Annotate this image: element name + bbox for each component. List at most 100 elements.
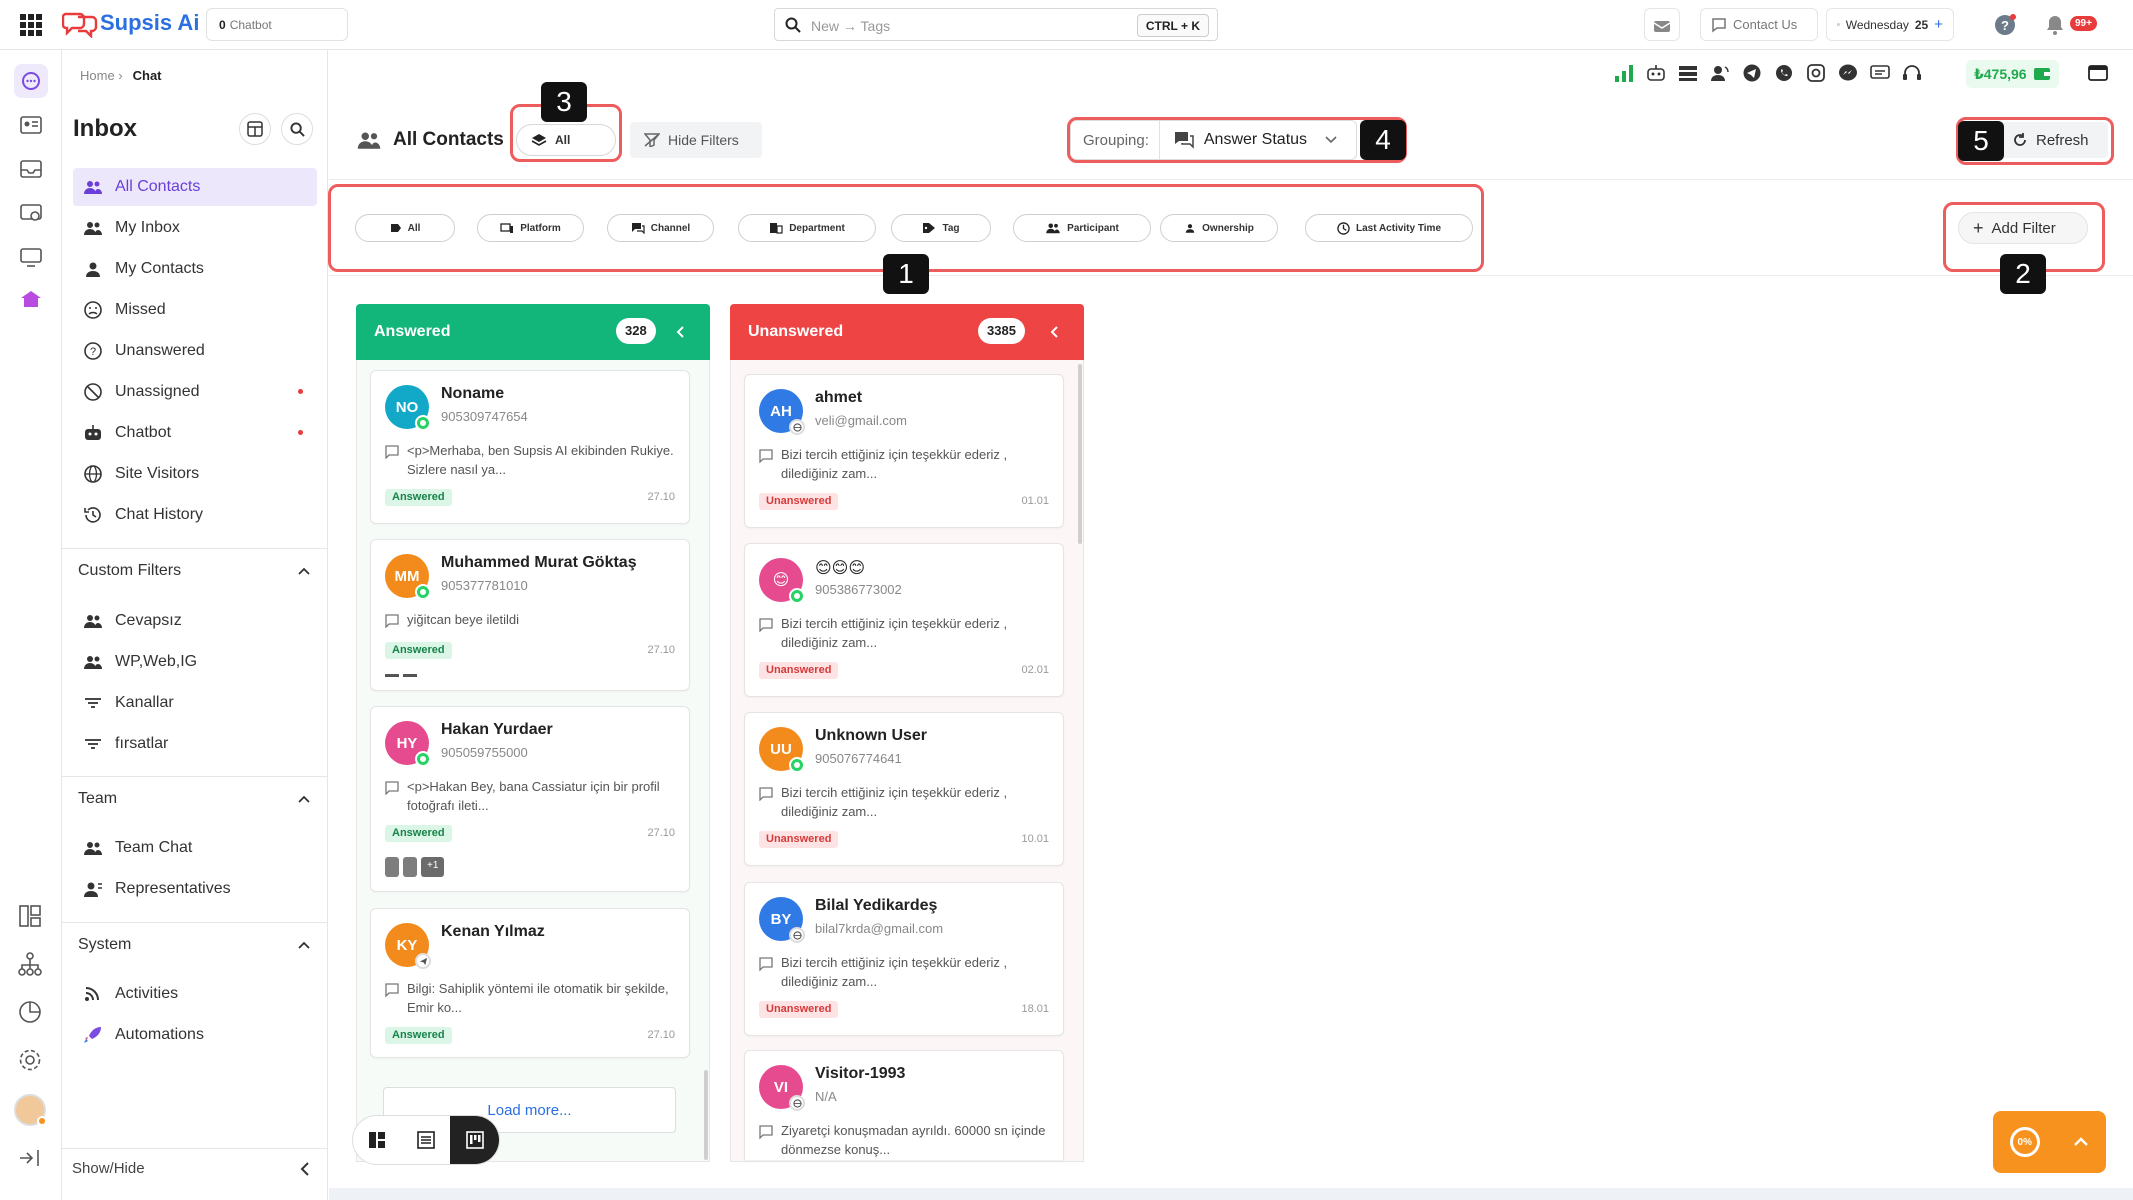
sidebar-item-my-contacts[interactable]: My Contacts: [73, 250, 317, 288]
rail-monitor-icon[interactable]: [20, 248, 42, 268]
contact-card[interactable]: HY Hakan Yurdaer 905059755000 <p>Hakan B…: [370, 706, 690, 892]
custom-filters-header[interactable]: Custom Filters: [62, 548, 328, 592]
filter-chip-department[interactable]: Department: [738, 214, 876, 242]
filter-chip-channel[interactable]: Channel: [607, 214, 714, 242]
filter-chip-ownership[interactable]: Ownership: [1160, 214, 1278, 242]
contact-card[interactable]: NO Noname 905309747654 <p>Merhaba, ben S…: [370, 370, 690, 524]
search-input[interactable]: New → Tags: [811, 18, 890, 34]
instagram-icon[interactable]: [1806, 64, 1826, 82]
chevron-left-icon[interactable]: [676, 326, 684, 338]
contact-card[interactable]: KY Kenan Yılmaz Bilgi: Sahiplik yöntemi …: [370, 908, 690, 1058]
custom-filter-item[interactable]: WP,Web,IG: [73, 643, 317, 681]
chevron-up-icon: [298, 795, 310, 803]
hide-filters-button[interactable]: Hide Filters: [630, 122, 762, 158]
scrollbar[interactable]: [704, 1070, 708, 1160]
rail-tickets-icon[interactable]: [20, 204, 42, 222]
view-split-button[interactable]: [353, 1116, 402, 1164]
sidebar-item-team-chat[interactable]: Team Chat: [73, 829, 317, 867]
sms-icon[interactable]: [1870, 64, 1890, 82]
sidebar-item-chatbot[interactable]: Chatbot: [73, 414, 317, 452]
show-hide-toggle[interactable]: Show/Hide: [62, 1148, 328, 1188]
inbox-layout-button[interactable]: [239, 113, 271, 145]
last-message: Ziyaretçi konuşmadan ayrıldı. 60000 sn i…: [781, 1123, 1046, 1157]
bell-icon[interactable]: [2046, 15, 2064, 35]
contact-card[interactable]: AH ahmet veli@gmail.com Bizi tercih etti…: [744, 374, 1064, 528]
section-title: Custom Filters: [78, 561, 182, 579]
sidebar-item-all-contacts[interactable]: All Contacts: [73, 168, 317, 206]
scrollbar[interactable]: [1078, 364, 1082, 544]
mail-button[interactable]: [1644, 8, 1680, 41]
annotation-number: 1: [883, 254, 929, 294]
date-label: Wednesday: [1845, 17, 1909, 32]
voice-user-icon[interactable]: [1710, 64, 1730, 82]
contact-card[interactable]: UU Unknown User 905076774641 Bizi tercih…: [744, 712, 1064, 866]
filter-chip-platform[interactable]: Platform: [477, 214, 584, 242]
refresh-button[interactable]: Refresh: [2000, 122, 2108, 158]
telegram-icon[interactable]: [1742, 64, 1762, 82]
rail-logout-icon[interactable]: [18, 1148, 42, 1168]
contact-card[interactable]: MM Muhammed Murat Göktaş 905377781010 yi…: [370, 539, 690, 691]
breadcrumb-home[interactable]: Home ›: [80, 68, 123, 83]
rail-layout-icon[interactable]: [18, 904, 42, 928]
global-search[interactable]: New → Tags CTRL + K: [774, 8, 1218, 41]
system-header[interactable]: System: [62, 922, 328, 966]
annotation-number: 2: [2000, 254, 2046, 294]
whatsapp-icon[interactable]: [1774, 64, 1794, 82]
rail-contacts-icon[interactable]: [20, 116, 42, 134]
sidebar-item-unassigned[interactable]: Unassigned: [73, 373, 317, 411]
refresh-label: Refresh: [2036, 131, 2089, 149]
balance-indicator[interactable]: ₺475,96: [1966, 60, 2059, 88]
all-filter-button[interactable]: All: [516, 124, 616, 156]
user-avatar[interactable]: [14, 1094, 47, 1126]
view-kanban-button[interactable]: [450, 1116, 500, 1164]
rail-chat-icon[interactable]: [14, 64, 48, 98]
rail-settings-icon[interactable]: [18, 1048, 42, 1072]
window-icon[interactable]: [2088, 64, 2108, 82]
sidebar-item-unanswered[interactable]: ? Unanswered: [73, 332, 317, 370]
sidebar-item-chat-history[interactable]: Chat History: [73, 496, 317, 534]
messenger-icon[interactable]: [1838, 64, 1858, 82]
rail-home-icon[interactable]: [20, 290, 42, 308]
sidebar-item-representatives[interactable]: Representatives: [73, 870, 317, 908]
sidebar-item-missed[interactable]: Missed: [73, 291, 317, 329]
sidebar-item-site-visitors[interactable]: Site Visitors: [73, 455, 317, 493]
view-list-button[interactable]: [402, 1116, 451, 1164]
custom-filter-item[interactable]: fırsatlar: [73, 725, 317, 763]
robot-icon[interactable]: [1646, 64, 1666, 82]
filter-chip-last-activity-time[interactable]: Last Activity Time: [1305, 214, 1473, 242]
grouping-select[interactable]: Grouping: Answer Status: [1070, 120, 1357, 160]
custom-filter-item[interactable]: Cevapsız: [73, 602, 317, 640]
onboarding-progress-widget[interactable]: 0%: [1993, 1111, 2106, 1173]
filter-chip-all[interactable]: All: [355, 214, 455, 242]
add-icon[interactable]: +: [1934, 16, 1943, 33]
contact-card[interactable]: 😊 😊😊😊 905386773002 Bizi tercih ettiğiniz…: [744, 543, 1064, 697]
more-tags-badge[interactable]: +1: [421, 857, 445, 877]
sidebar-item-automations[interactable]: Automations: [73, 1016, 317, 1054]
filter-chip-participant[interactable]: Participant: [1013, 214, 1151, 242]
custom-filter-item[interactable]: Kanallar: [73, 684, 317, 722]
apps-grid-icon[interactable]: [20, 14, 42, 36]
help-icon[interactable]: ?: [1994, 14, 2016, 36]
sidebar-item-activities[interactable]: Activities: [73, 975, 317, 1013]
server-icon[interactable]: [1678, 64, 1698, 82]
team-header[interactable]: Team: [62, 776, 328, 820]
contact-card[interactable]: BY Bilal Yedikardeş bilal7krda@gmail.com…: [744, 882, 1064, 1036]
chatbot-counter[interactable]: 0 Chatbot: [206, 8, 348, 41]
contact-us-button[interactable]: Contact Us: [1700, 8, 1818, 41]
status-badge: Answered: [385, 825, 452, 842]
date-button[interactable]: Wednesday 25 +: [1826, 8, 1954, 41]
filter-chip-tag[interactable]: Tag: [891, 214, 991, 242]
headset-icon[interactable]: [1902, 64, 1922, 82]
inbox-search-button[interactable]: [281, 113, 313, 145]
sidebar-item-my-inbox[interactable]: My Inbox: [73, 209, 317, 247]
chevron-left-icon[interactable]: [1050, 326, 1058, 338]
rail-org-chart-icon[interactable]: [18, 952, 42, 976]
rail-inbox-icon[interactable]: [20, 160, 42, 178]
contact-card[interactable]: VI Visitor-1993 N/A Ziyaretçi konuşmadan…: [744, 1050, 1064, 1160]
sidebar-item-label: Cevapsız: [115, 612, 182, 629]
sidebar-item-label: Representatives: [115, 880, 231, 897]
rail-reports-icon[interactable]: [18, 1000, 42, 1024]
person-icon: [1185, 224, 1195, 233]
last-message: Bizi tercih ettiğiniz için teşekkür eder…: [781, 955, 1008, 989]
add-filter-button[interactable]: + Add Filter: [1958, 212, 2088, 244]
